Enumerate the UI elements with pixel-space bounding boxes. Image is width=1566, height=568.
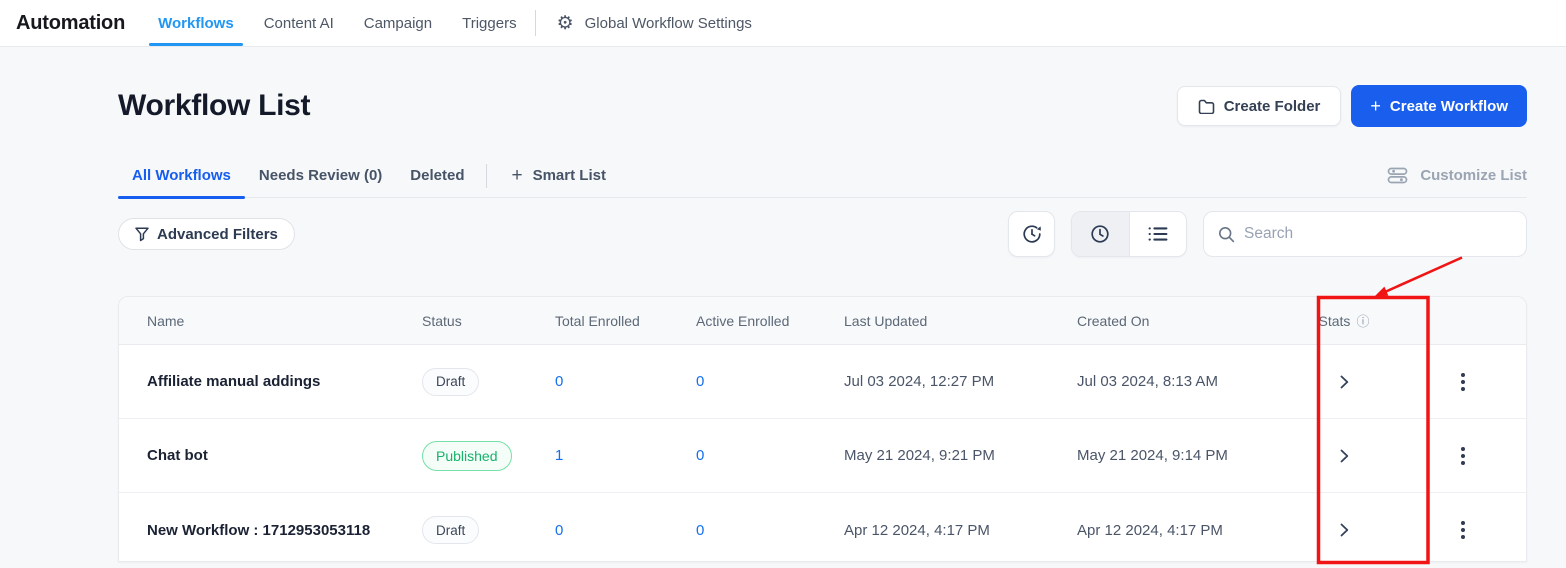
filter-funnel-icon (135, 227, 149, 242)
total-enrolled-link[interactable]: 0 (555, 373, 563, 390)
view-toggle (1071, 211, 1187, 257)
chevron-right-icon (1340, 523, 1349, 537)
created-on-value: May 21 2024, 9:14 PM (1077, 447, 1289, 464)
status-badge: Draft (422, 368, 479, 396)
search-box[interactable] (1203, 211, 1527, 257)
divider (486, 164, 487, 188)
create-folder-label: Create Folder (1224, 98, 1321, 115)
history-button[interactable] (1008, 211, 1055, 257)
info-icon[interactable]: ⓘ (1356, 311, 1369, 330)
column-header-status: Status (422, 313, 555, 329)
row-menu-button[interactable] (1453, 516, 1473, 544)
top-nav-tabs: Workflows Content AI Campaign Triggers (143, 0, 531, 46)
list-icon (1148, 226, 1168, 242)
list-view-button[interactable] (1130, 212, 1187, 256)
active-enrolled-link[interactable]: 0 (696, 447, 704, 464)
workflow-name[interactable]: Affiliate manual addings (119, 373, 422, 390)
workflow-table: Name Status Total Enrolled Active Enroll… (118, 296, 1527, 562)
header-actions: Create Folder + Create Workflow (1177, 85, 1527, 127)
table-header-row: Name Status Total Enrolled Active Enroll… (119, 297, 1526, 345)
workflow-name[interactable]: New Workflow : 1712953053118 (119, 522, 422, 539)
table-row[interactable]: Chat bot Published 1 0 May 21 2024, 9:21… (119, 419, 1526, 493)
gear-icon: ⚙ (557, 14, 574, 33)
plus-icon: + (1370, 97, 1381, 115)
smart-list-button[interactable]: + Smart List (511, 166, 605, 185)
chevron-right-icon (1340, 375, 1349, 389)
page-title: Workflow List (118, 89, 310, 123)
row-menu-button[interactable] (1453, 368, 1473, 396)
column-header-stats: Stats ⓘ (1289, 311, 1399, 330)
history-clock-icon (1021, 223, 1043, 245)
main-content: Workflow List Create Folder + Create Wor… (0, 85, 1566, 562)
top-tab-content-ai[interactable]: Content AI (249, 0, 349, 46)
column-header-created-on: Created On (1077, 313, 1289, 329)
created-on-value: Apr 12 2024, 4:17 PM (1077, 522, 1289, 539)
tab-needs-review[interactable]: Needs Review (0) (245, 154, 396, 198)
top-tab-triggers[interactable]: Triggers (447, 0, 531, 46)
stats-expand-button[interactable] (1336, 371, 1353, 393)
smart-list-label: Smart List (533, 167, 606, 184)
search-input[interactable] (1244, 225, 1512, 243)
create-workflow-label: Create Workflow (1390, 98, 1508, 115)
column-header-active-enrolled: Active Enrolled (696, 313, 844, 329)
top-tab-campaign[interactable]: Campaign (349, 0, 447, 46)
tab-deleted[interactable]: Deleted (396, 154, 478, 198)
status-badge: Draft (422, 516, 479, 544)
table-row[interactable]: Affiliate manual addings Draft 0 0 Jul 0… (119, 345, 1526, 419)
divider (535, 10, 536, 36)
stats-expand-button[interactable] (1336, 445, 1353, 467)
settings-label: Global Workflow Settings (585, 15, 752, 32)
column-header-name: Name (119, 313, 422, 329)
list-tabs: All Workflows Needs Review (0) Deleted +… (118, 154, 1527, 198)
app-title: Automation (16, 12, 125, 35)
customize-list-button[interactable]: Customize List (1387, 167, 1527, 184)
clock-icon (1089, 223, 1111, 245)
folder-icon (1198, 99, 1215, 114)
total-enrolled-link[interactable]: 0 (555, 522, 563, 539)
recent-view-button[interactable] (1072, 212, 1130, 256)
page-header: Workflow List Create Folder + Create Wor… (118, 85, 1527, 127)
toolbar: Advanced Filters (118, 211, 1527, 257)
customize-list-icon (1387, 167, 1408, 184)
customize-list-label: Customize List (1420, 167, 1527, 184)
total-enrolled-link[interactable]: 1 (555, 447, 563, 464)
chevron-right-icon (1340, 449, 1349, 463)
table-row[interactable]: New Workflow : 1712953053118 Draft 0 0 A… (119, 493, 1526, 562)
plus-icon: + (511, 166, 522, 185)
status-badge: Published (422, 441, 512, 471)
tab-all-workflows[interactable]: All Workflows (118, 154, 245, 198)
create-folder-button[interactable]: Create Folder (1177, 86, 1342, 126)
top-tab-workflows[interactable]: Workflows (143, 0, 249, 46)
last-updated-value: Jul 03 2024, 12:27 PM (844, 373, 1077, 390)
column-header-total-enrolled: Total Enrolled (555, 313, 696, 329)
advanced-filters-button[interactable]: Advanced Filters (118, 218, 295, 250)
column-header-last-updated: Last Updated (844, 313, 1077, 329)
active-enrolled-link[interactable]: 0 (696, 522, 704, 539)
global-workflow-settings-button[interactable]: ⚙ Global Workflow Settings (557, 14, 752, 33)
active-enrolled-link[interactable]: 0 (696, 373, 704, 390)
toolbar-right (1008, 211, 1527, 257)
create-workflow-button[interactable]: + Create Workflow (1351, 85, 1527, 127)
top-nav: Automation Workflows Content AI Campaign… (0, 0, 1566, 47)
advanced-filters-label: Advanced Filters (157, 226, 278, 243)
workflow-name[interactable]: Chat bot (119, 447, 422, 464)
search-icon (1218, 226, 1235, 243)
last-updated-value: May 21 2024, 9:21 PM (844, 447, 1077, 464)
stats-expand-button[interactable] (1336, 519, 1353, 541)
row-menu-button[interactable] (1453, 442, 1473, 470)
created-on-value: Jul 03 2024, 8:13 AM (1077, 373, 1289, 390)
last-updated-value: Apr 12 2024, 4:17 PM (844, 522, 1077, 539)
